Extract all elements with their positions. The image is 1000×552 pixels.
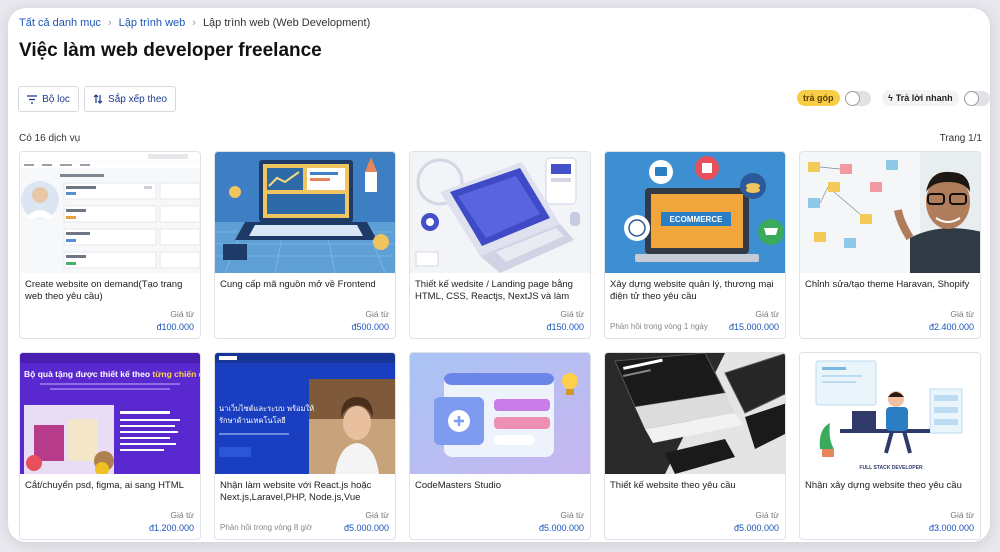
- filter-label: Bộ lọc: [42, 93, 70, 105]
- service-card[interactable]: นาเว็บไซต์และระบบ พร้อมให้ รักษาด้านเทคโ…: [214, 352, 396, 540]
- service-title: Cung cấp mã nguồn mở về Frontend: [220, 279, 376, 290]
- service-card[interactable]: CodeMasters Studio Giá từ đ5.000.000: [409, 352, 591, 540]
- service-card[interactable]: Cung cấp mã nguồn mở về Frontend Giá từ …: [214, 151, 396, 339]
- sort-button[interactable]: Sắp xếp theo: [84, 86, 176, 112]
- quick-reply-label: Trả lời nhanh: [895, 93, 953, 103]
- service-title: Nhận xây dựng website theo yêu cầu: [805, 480, 962, 491]
- service-price: đ2.400.000: [928, 322, 974, 332]
- man-whiteboard-thumbnail: [800, 152, 980, 273]
- thai-landing-thumbnail: นาเว็บไซต์และระบบ พร้อมให้ รักษาด้านเทคโ…: [215, 353, 395, 474]
- filter-icon: [27, 94, 38, 104]
- service-card[interactable]: ECOMMERCE Xây dựng website quản lý, thươ…: [604, 151, 786, 339]
- installment-badge: trả góp: [797, 90, 840, 106]
- price-label: Giá từ: [950, 510, 974, 520]
- price-label: Giá từ: [170, 510, 194, 520]
- sort-icon: [93, 94, 103, 104]
- laptop-ui-thumbnail: [410, 152, 590, 273]
- filter-button[interactable]: Bộ lọc: [18, 86, 79, 112]
- breadcrumb-web-programming[interactable]: Lập trình web: [119, 17, 186, 29]
- service-card[interactable]: Thiết kế website theo yêu cầu Giá từ đ5.…: [604, 352, 786, 540]
- service-card[interactable]: Thiết kế wedsite / Landing page bằng HTM…: [409, 151, 591, 339]
- page-indicator: Trang 1/1: [939, 133, 982, 144]
- service-price: đ5.000.000: [538, 523, 584, 533]
- service-title: Thiết kế website theo yêu cầu: [610, 480, 736, 491]
- price-label: Giá từ: [560, 510, 584, 520]
- service-price: đ5.000.000: [733, 523, 779, 533]
- laptop-illustration-thumbnail: [215, 152, 395, 273]
- price-label: Giá từ: [950, 309, 974, 319]
- service-title: Nhận làm website với React.js hoặc Next.…: [220, 480, 372, 504]
- page-title: Việc làm web developer freelance: [19, 40, 322, 61]
- full-stack-caption: FULL STACK DEVELOPER: [859, 465, 923, 471]
- banner-highlight: từng chiến dịch: [152, 369, 200, 379]
- response-time: Phản hồi trong vòng 1 ngày: [610, 322, 708, 331]
- app-window: Tất cả danh mục › Lập trình web › Lập tr…: [8, 8, 990, 542]
- price-label: Giá từ: [365, 309, 389, 319]
- price-label: Giá từ: [755, 309, 779, 319]
- installment-switch[interactable]: [844, 90, 871, 106]
- quick-reply-badge: ϟ Trả lời nhanh: [882, 90, 959, 106]
- dashboard-thumbnail: [20, 152, 200, 273]
- gift-banner-thumbnail: Bộ quà tặng được thiết kế theo từng chiế…: [20, 353, 200, 474]
- service-card[interactable]: FULL STACK DEVELOPER Nhận xây dựng websi…: [799, 352, 981, 540]
- svg-text:Bộ quà tặng được thiết kế theo: Bộ quà tặng được thiết kế theo từng chiế…: [24, 369, 200, 379]
- chevron-right-icon: ›: [107, 17, 112, 29]
- service-price: đ15.000.000: [728, 322, 779, 332]
- service-title: Cắt/chuyển psd, figma, ai sang HTML: [25, 480, 184, 491]
- quick-reply-toggle[interactable]: ϟ Trả lời nhanh: [882, 90, 990, 106]
- service-price: đ100.000: [156, 322, 194, 332]
- lightning-icon: ϟ: [888, 93, 893, 103]
- price-label: Giá từ: [755, 510, 779, 520]
- breadcrumb-current: Lập trình web (Web Development): [202, 17, 371, 29]
- service-price: đ5.000.000: [343, 523, 389, 533]
- thai-line-2: รักษาด้านเทคโนโลยี: [219, 416, 286, 425]
- service-grid: Create website on demand(Tạo trang web t…: [19, 151, 982, 540]
- thai-line-1: นาเว็บไซต์และระบบ พร้อมให้: [219, 403, 314, 413]
- full-stack-thumbnail: FULL STACK DEVELOPER: [800, 353, 980, 474]
- service-card[interactable]: Bộ quà tặng được thiết kế theo từng chiế…: [19, 352, 201, 540]
- service-price: đ150.000: [546, 322, 584, 332]
- breadcrumb-all-categories[interactable]: Tất cả danh mục: [19, 17, 101, 29]
- response-time: Phản hồi trong vòng 8 giờ: [220, 523, 312, 532]
- ecommerce-label: ECOMMERCE: [670, 215, 724, 224]
- ecommerce-thumbnail: ECOMMERCE: [605, 152, 785, 273]
- dark-desk-thumbnail: [605, 353, 785, 474]
- price-label: Giá từ: [560, 309, 584, 319]
- quick-reply-switch[interactable]: [963, 90, 990, 106]
- service-price: đ1.200.000: [148, 523, 194, 533]
- service-price: đ3.000.000: [928, 523, 974, 533]
- price-label: Giá từ: [365, 510, 389, 520]
- 3d-ui-thumbnail: [410, 353, 590, 474]
- banner-title: Bộ quà tặng được thiết kế theo: [24, 369, 150, 379]
- service-title: Xây dựng website quản lý, thương mại điệ…: [610, 279, 774, 302]
- service-card[interactable]: Chỉnh sửa/tạo theme Haravan, Shopify Giá…: [799, 151, 981, 339]
- chevron-right-icon: ›: [192, 17, 196, 29]
- service-title: Thiết kế wedsite / Landing page bằng HTM…: [415, 279, 573, 303]
- service-card[interactable]: Create website on demand(Tạo trang web t…: [19, 151, 201, 339]
- breadcrumb: Tất cả danh mục › Lập trình web › Lập tr…: [19, 17, 370, 29]
- service-title: Create website on demand(Tạo trang web t…: [25, 279, 183, 302]
- service-title: Chỉnh sửa/tạo theme Haravan, Shopify: [805, 279, 970, 290]
- sort-label: Sắp xếp theo: [108, 93, 167, 105]
- price-label: Giá từ: [170, 309, 194, 319]
- service-price: đ500.000: [351, 322, 389, 332]
- result-count: Có 16 dịch vụ: [19, 133, 81, 144]
- installment-toggle[interactable]: trả góp: [797, 90, 871, 106]
- service-title: CodeMasters Studio: [415, 480, 502, 491]
